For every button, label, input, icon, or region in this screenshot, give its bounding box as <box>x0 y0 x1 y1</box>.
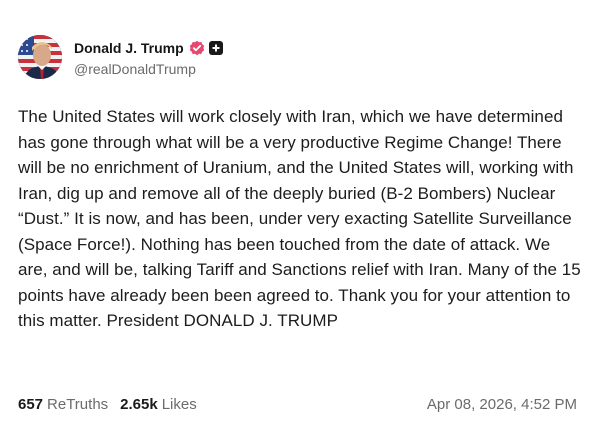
display-name[interactable]: Donald J. Trump <box>74 40 184 56</box>
post-card: Donald J. Trump @realDonaldTrump The Uni… <box>0 0 593 428</box>
likes-stat[interactable]: 2.65k Likes <box>120 396 197 413</box>
avatar[interactable] <box>18 35 62 79</box>
verified-badge-icon <box>189 40 205 56</box>
name-row: Donald J. Trump <box>74 38 223 58</box>
avatar-image <box>18 35 62 79</box>
likes-label: Likes <box>161 395 197 413</box>
retruths-label: ReTruths <box>47 395 109 413</box>
retruths-count: 657 <box>18 395 44 413</box>
likes-count: 2.65k <box>120 395 158 413</box>
author-identity: Donald J. Trump @realDonaldTrump <box>74 38 223 77</box>
post-timestamp[interactable]: Apr 08, 2026, 4:52 PM <box>427 396 577 413</box>
post-text: The United States will work closely with… <box>18 107 581 330</box>
post-footer: 657 ReTruths 2.65k Likes Apr 08, 2026, 4… <box>18 394 577 414</box>
post-header: Donald J. Trump @realDonaldTrump <box>18 34 223 80</box>
plus-badge-icon <box>208 40 223 55</box>
retruths-stat[interactable]: 657 ReTruths <box>18 396 108 413</box>
author-handle[interactable]: @realDonaldTrump <box>74 61 223 77</box>
